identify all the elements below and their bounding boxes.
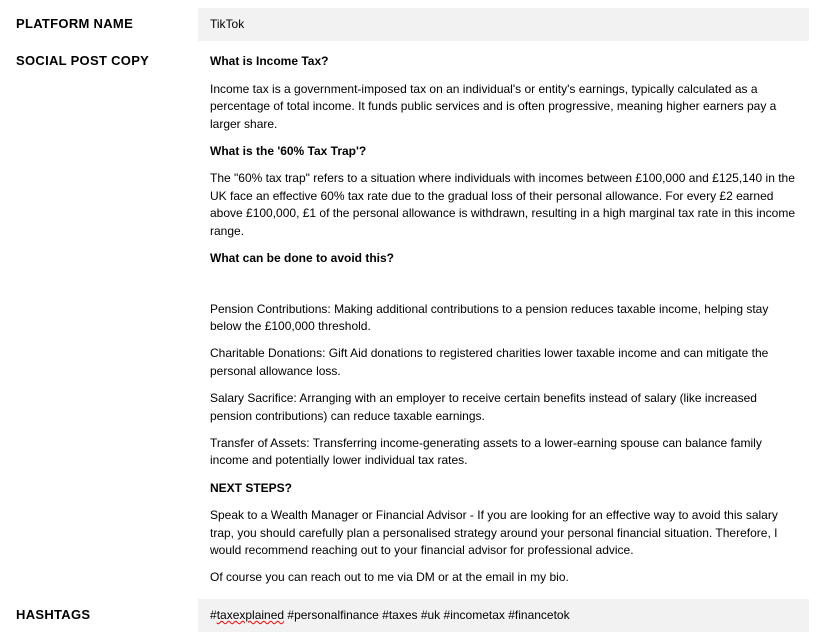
copy-label: SOCIAL POST COPY [8,45,198,594]
copy-heading: NEXT STEPS? [210,480,797,497]
copy-heading: What is the '60% Tax Trap'? [210,143,797,160]
copy-value: What is Income Tax? Income tax is a gover… [198,45,809,594]
hashtags-row: HASHTAGS #taxexplained #personalfinance … [8,599,809,632]
copy-heading: What can be done to avoid this? [210,250,797,267]
copy-row: SOCIAL POST COPY What is Income Tax? Inco… [8,45,809,594]
hashtag-text: #taxexplained #personalfinance #taxes #u… [210,608,570,622]
hashtag-rest: #personalfinance #taxes #uk #incometax #… [284,608,570,622]
copy-paragraph: Pension Contributions: Making additional… [210,301,797,336]
platform-row: PLATFORM NAME TikTok [8,8,809,41]
copy-paragraph: Charitable Donations: Gift Aid donations… [210,345,797,380]
hashtags-label: HASHTAGS [8,599,198,632]
copy-spacer [210,277,797,294]
platform-value: TikTok [198,8,809,41]
hashtag-marked: taxexplained [217,608,284,622]
copy-paragraph: Speak to a Wealth Manager or Financial A… [210,507,797,559]
copy-paragraph: Of course you can reach out to me via DM… [210,569,797,586]
platform-label: PLATFORM NAME [8,8,198,41]
copy-paragraph: The "60% tax trap" refers to a situation… [210,170,797,240]
copy-paragraph: Income tax is a government-imposed tax o… [210,81,797,133]
copy-paragraph: Transfer of Assets: Transferring income-… [210,435,797,470]
copy-paragraph: Salary Sacrifice: Arranging with an empl… [210,390,797,425]
hashtags-value: #taxexplained #personalfinance #taxes #u… [198,599,809,632]
copy-heading: What is Income Tax? [210,53,797,70]
